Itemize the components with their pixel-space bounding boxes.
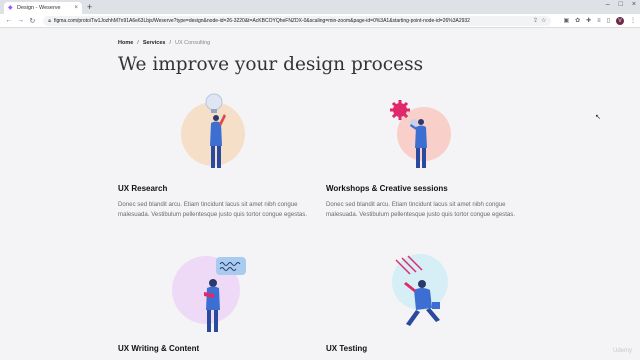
back-icon[interactable]: ← (4, 17, 14, 24)
lock-icon[interactable]: 🔒︎ (48, 18, 51, 24)
sidepanel-icon[interactable]: ▯ (607, 17, 610, 24)
ux-research-illustration (181, 93, 245, 168)
menu-kebab-icon[interactable]: ⋮ (630, 17, 636, 24)
breadcrumb-separator: / (137, 40, 139, 46)
card-description: Donec sed blandit arcu. Etiam tincidunt … (118, 201, 308, 218)
profile-avatar[interactable]: V (616, 16, 624, 25)
figma-icon: ◆ (8, 5, 13, 11)
browser-tab[interactable]: ◆ Design - Weserve × (4, 2, 82, 14)
forward-icon[interactable]: → (16, 17, 26, 24)
new-tab-button[interactable]: + (87, 2, 92, 12)
mouse-cursor-icon: ↖ (595, 114, 601, 121)
window-close-icon[interactable]: × (632, 1, 636, 8)
maximize-icon[interactable]: □ (619, 1, 623, 8)
breadcrumb-current: UX Consulting (174, 40, 211, 46)
close-tab-icon[interactable]: × (74, 5, 78, 11)
reading-list-icon[interactable]: ≡ (597, 18, 601, 24)
card-heading: UX Writing & Content (118, 344, 200, 353)
extension-icon[interactable]: ✿ (575, 17, 580, 24)
url-text[interactable]: figma.com/proto/Tw1JozhhM7n91A6e63Lbjs/W… (54, 18, 530, 24)
browser-tab-bar: ◆ Design - Weserve × + – □ × (0, 0, 640, 14)
minimize-icon[interactable]: – (606, 1, 610, 8)
reload-icon[interactable]: ↻ (28, 17, 38, 25)
window-controls: – □ × (606, 1, 636, 8)
ux-writing-illustration (172, 256, 246, 332)
breadcrumb-separator: / (169, 40, 171, 46)
puzzle-icon[interactable]: ✚ (586, 17, 591, 24)
share-icon[interactable]: ⇪ (533, 17, 538, 24)
address-bar[interactable]: 🔒︎ figma.com/proto/Tw1JozhhM7n91A6e63Lbj… (43, 15, 552, 26)
card-heading: UX Research (118, 184, 168, 193)
card-heading: Workshops & Creative sessions (326, 184, 448, 193)
breadcrumb-services[interactable]: Services (143, 40, 166, 46)
page-title: We improve your design process (118, 54, 424, 75)
browser-toolbar: ← → ↻ 🔒︎ figma.com/proto/Tw1JozhhM7n91A6… (0, 14, 640, 28)
breadcrumb-home[interactable]: Home (118, 40, 133, 46)
workshops-illustration (390, 100, 451, 168)
tab-title: Design - Weserve (17, 5, 61, 11)
extension-icon[interactable]: ▣ (563, 17, 569, 24)
breadcrumb: Home / Services / UX Consulting (118, 40, 210, 46)
ux-testing-illustration (392, 254, 448, 326)
card-description: Donec sed blandit arcu. Etiam tincidunt … (326, 201, 516, 218)
watermark: Udemy (612, 348, 632, 354)
extensions-area: ▣ ✿ ✚ ≡ ▯ V ⋮ (563, 16, 636, 25)
bookmark-star-icon[interactable]: ☆ (541, 17, 546, 24)
card-heading: UX Testing (326, 344, 368, 353)
